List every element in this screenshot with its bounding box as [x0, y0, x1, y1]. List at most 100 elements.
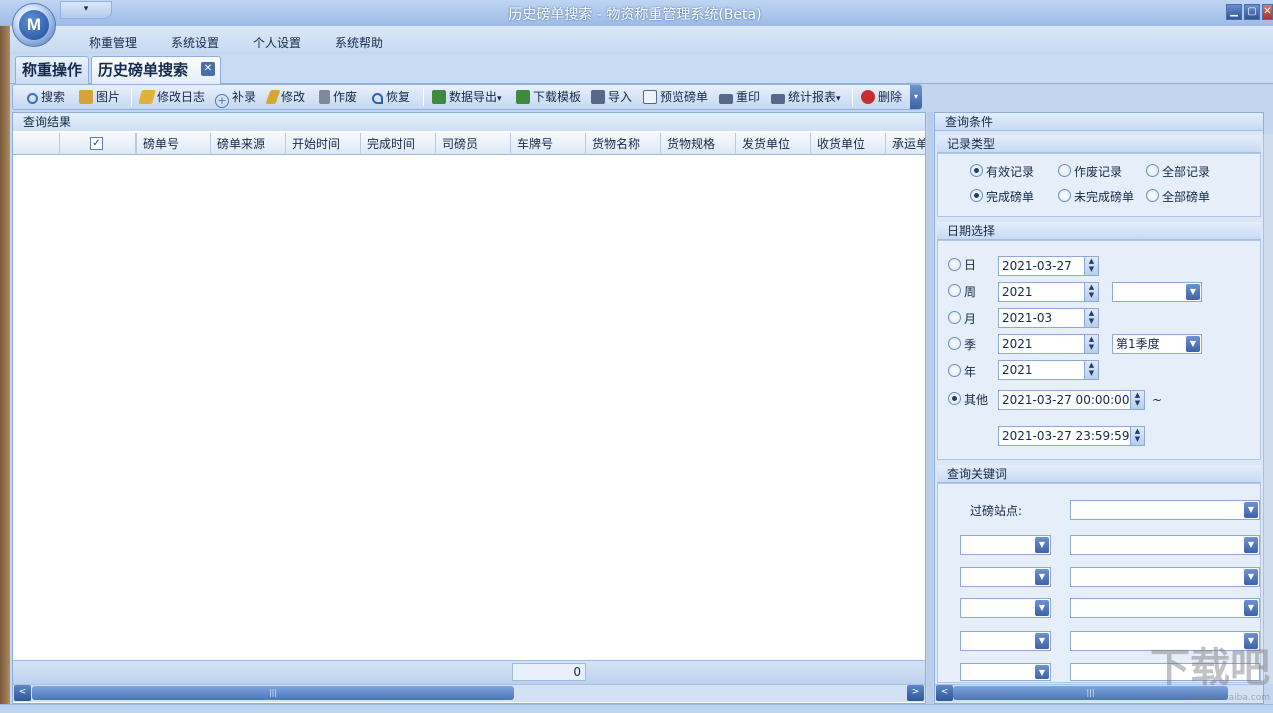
preview-ticket-button[interactable]: 预览磅单 — [643, 88, 708, 106]
chevron-down-icon[interactable]: ▼ — [1035, 569, 1049, 585]
col-start-time[interactable]: 开始时间 — [285, 133, 360, 155]
vertical-scrollbar[interactable] — [1263, 134, 1273, 684]
printer-icon — [719, 94, 733, 104]
station-label: 过磅站点: — [970, 504, 1023, 518]
radio-week[interactable] — [948, 284, 961, 297]
image-button[interactable]: 图片 — [79, 88, 120, 106]
spin-icon[interactable]: ▲ ▼ — [1130, 391, 1144, 409]
restore-button[interactable]: 恢复 — [372, 88, 410, 106]
chevron-down-icon[interactable]: ▼ — [1035, 537, 1049, 553]
spin-icon[interactable]: ▲ ▼ — [1084, 309, 1098, 327]
search-button[interactable]: 搜索 — [27, 88, 65, 106]
chevron-down-icon: ▾ — [497, 94, 502, 104]
minimize-button[interactable]: ▁ — [1226, 4, 1242, 20]
maximize-button[interactable]: ▢ — [1244, 4, 1260, 20]
close-button[interactable]: ✕ — [1262, 4, 1273, 20]
menu-weighing[interactable]: 称重管理 — [89, 34, 137, 51]
data-export-button[interactable]: 数据导出▾ — [432, 88, 502, 106]
panel-splitter[interactable] — [927, 112, 933, 704]
excel-export-icon — [432, 90, 446, 104]
col-carrier[interactable]: 承运单 — [885, 133, 925, 155]
radio-other[interactable] — [948, 392, 961, 405]
desktop-edge — [0, 26, 10, 704]
status-bar — [0, 704, 1273, 713]
chevron-down-icon[interactable]: ▼ — [1035, 633, 1049, 649]
scroll-left-icon[interactable]: < — [936, 685, 953, 701]
spin-icon[interactable]: ▲ ▼ — [1084, 283, 1098, 301]
pencil-icon — [265, 90, 281, 104]
chevron-down-icon[interactable]: ▼ — [1244, 537, 1258, 553]
keyword-value-select[interactable] — [1070, 567, 1260, 587]
col-goods-name[interactable]: 货物名称 — [585, 133, 660, 155]
add-record-button[interactable]: + 补录 — [215, 88, 256, 108]
statistics-report-button[interactable]: 统计报表▾ — [771, 88, 841, 106]
spin-icon[interactable]: ▲ ▼ — [1084, 361, 1098, 379]
date-selection-title: 日期选择 — [937, 222, 1261, 240]
radio-incomplete-tickets[interactable] — [1058, 189, 1071, 202]
chevron-down-icon[interactable]: ▼ — [1186, 336, 1200, 352]
col-receiver[interactable]: 收货单位 — [810, 133, 885, 155]
scroll-right-icon[interactable]: > — [907, 685, 924, 701]
col-finish-time[interactable]: 完成时间 — [360, 133, 435, 155]
menu-system-help[interactable]: 系统帮助 — [335, 34, 383, 51]
edit-log-button[interactable]: 修改日志 — [138, 88, 205, 106]
results-title: 查询结果 — [13, 113, 925, 131]
window-title: 历史磅单搜索 - 物资称重管理系统(Beta) — [508, 7, 762, 23]
label-quarter: 季 — [964, 338, 977, 352]
radio-all-tickets[interactable] — [1146, 189, 1159, 202]
modify-button[interactable]: 修改 — [265, 88, 305, 106]
image-icon — [79, 90, 93, 104]
query-conditions-title: 查询条件 — [935, 113, 1263, 131]
scroll-thumb[interactable]: ||| — [32, 686, 514, 700]
select-all-checkbox[interactable]: ✓ — [90, 137, 103, 150]
chevron-down-icon: ▾ — [836, 94, 841, 104]
toolbar-separator — [423, 88, 424, 106]
toolbar-overflow-button[interactable]: ▾ — [910, 85, 922, 109]
radio-month[interactable] — [948, 311, 961, 324]
radio-quarter[interactable] — [948, 337, 961, 350]
reprint-button[interactable]: 重印 — [719, 88, 760, 106]
quick-access-dropdown[interactable]: ▾ — [60, 1, 112, 19]
menu-system-settings[interactable]: 系统设置 — [171, 34, 219, 51]
label-all-records: 全部记录 — [1162, 165, 1211, 179]
tab-weighing-operation[interactable]: 称重操作 — [15, 56, 90, 84]
spin-icon[interactable]: ▲ ▼ — [1084, 335, 1098, 353]
radio-void-records[interactable] — [1058, 164, 1071, 177]
keywords-title: 查询关键词 — [937, 465, 1261, 483]
toolbar-separator — [131, 88, 132, 106]
tab-close-icon[interactable]: ✕ — [201, 62, 215, 76]
void-button[interactable]: 作废 — [319, 88, 357, 106]
station-select[interactable] — [1070, 500, 1260, 520]
col-operator[interactable]: 司磅员 — [435, 133, 510, 155]
keyword-value-select[interactable] — [1070, 535, 1260, 555]
chevron-down-icon[interactable]: ▼ — [1244, 502, 1258, 518]
chevron-down-icon[interactable]: ▼ — [1186, 284, 1200, 300]
chevron-down-icon[interactable]: ▼ — [1035, 665, 1049, 679]
add-icon: + — [215, 94, 229, 108]
chevron-down-icon[interactable]: ▼ — [1244, 569, 1258, 585]
col-plate-no[interactable]: 车牌号 — [510, 133, 585, 155]
col-goods-spec[interactable]: 货物规格 — [660, 133, 735, 155]
radio-all-records[interactable] — [1146, 164, 1159, 177]
date-to-input[interactable]: 2021-03-27 23:59:59 — [998, 426, 1145, 446]
col-sender[interactable]: 发货单位 — [735, 133, 810, 155]
download-template-button[interactable]: 下载模板 — [516, 88, 581, 106]
col-ticket-source[interactable]: 磅单来源 — [210, 133, 285, 155]
scroll-left-icon[interactable]: < — [14, 685, 31, 701]
import-button[interactable]: 导入 — [591, 88, 632, 106]
spin-icon[interactable]: ▲ ▼ — [1130, 427, 1144, 445]
app-menu-button[interactable]: M — [12, 3, 56, 47]
col-ticket-no[interactable]: 磅单号 — [135, 133, 210, 155]
spin-icon[interactable]: ▲ ▼ — [1084, 257, 1098, 275]
keyword-value-select[interactable] — [1070, 598, 1260, 618]
radio-year[interactable] — [948, 364, 961, 377]
date-from-input[interactable]: 2021-03-27 00:00:00 — [998, 390, 1145, 410]
radio-valid-records[interactable] — [970, 164, 983, 177]
chevron-down-icon[interactable]: ▼ — [1244, 600, 1258, 616]
chevron-down-icon[interactable]: ▼ — [1035, 600, 1049, 616]
radio-day[interactable] — [948, 258, 961, 271]
menu-personal-settings[interactable]: 个人设置 — [253, 34, 301, 51]
delete-button[interactable]: 删除 — [861, 88, 902, 106]
label-year: 年 — [964, 365, 977, 379]
radio-completed-tickets[interactable] — [970, 189, 983, 202]
